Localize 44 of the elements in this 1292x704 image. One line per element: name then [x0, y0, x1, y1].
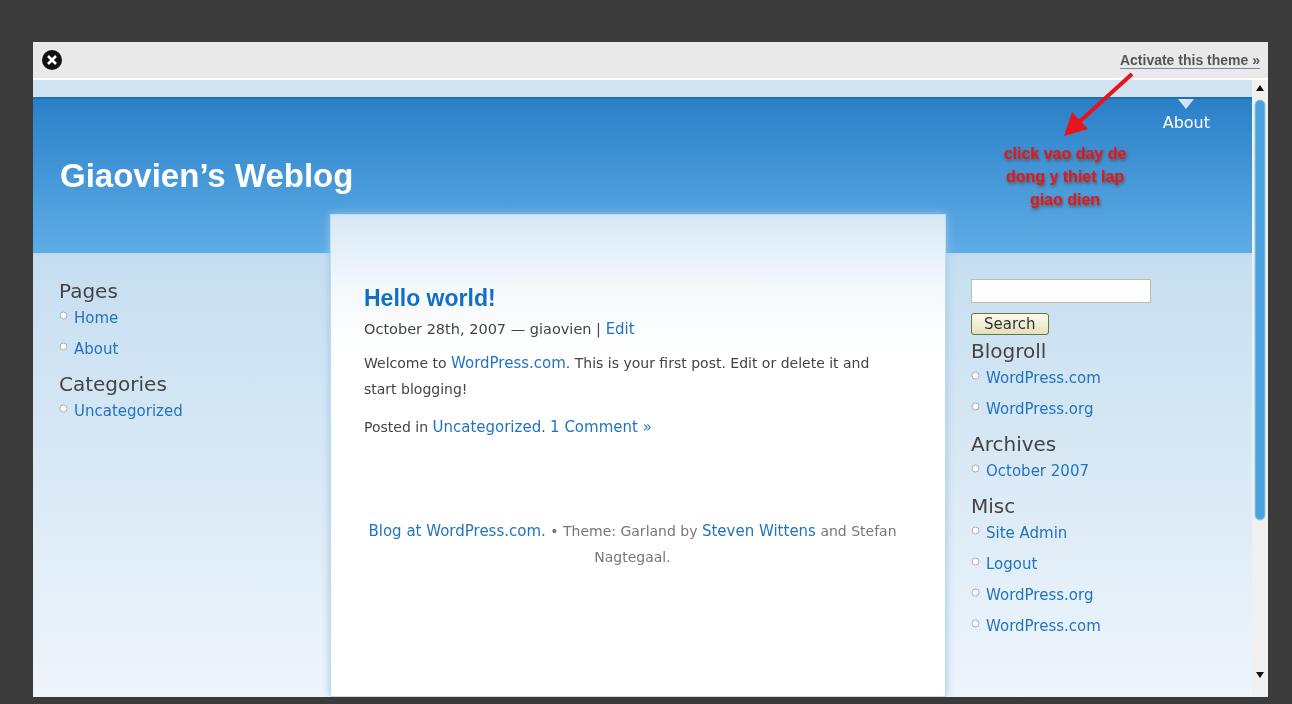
annotation-text: click vao day de dong y thiet lap giao dien	[1002, 144, 1128, 210]
sidebar-link[interactable]: Logout	[986, 555, 1038, 573]
bullet-icon	[971, 525, 980, 535]
site-title[interactable]: Giaovien’s Weblog	[60, 157, 354, 253]
bullet-icon	[971, 618, 980, 628]
sidebar-link[interactable]: About	[74, 340, 119, 358]
post-title[interactable]: Hello world!	[364, 285, 901, 312]
post-body: Welcome to WordPress.com. This is your first post. Edit or delete it and start blogging!	[364, 353, 871, 399]
text-link[interactable]: WordPress.com	[451, 354, 566, 372]
edit-link[interactable]: Edit	[605, 320, 635, 338]
section-heading: Blogroll	[971, 339, 1048, 363]
sidebar-link[interactable]: Site Admin	[986, 524, 1068, 542]
bullet-icon	[59, 403, 68, 413]
close-icon[interactable]	[41, 49, 63, 71]
bullet-icon	[59, 341, 68, 351]
sidebar-link[interactable]: Uncategorized	[74, 402, 183, 420]
text-link[interactable]: 1 Comment »	[550, 418, 652, 436]
post-categories: Posted in Uncategorized. 1 Comment »	[364, 417, 653, 438]
sidebar-link[interactable]: WordPress.org	[986, 400, 1094, 418]
text-link[interactable]: Blog at WordPress.com.	[368, 522, 546, 540]
bullet-icon	[971, 587, 980, 597]
section-heading: Misc	[971, 494, 1017, 518]
activate-link[interactable]: Activate this theme »	[1119, 51, 1260, 69]
bullet-icon	[971, 370, 980, 380]
bullet-icon	[971, 556, 980, 566]
post-meta: October 28th, 2007 — giaovien | Edit	[364, 320, 636, 338]
text-link[interactable]: Steven Wittens	[701, 522, 816, 540]
footer-credits: Blog at WordPress.com. • Theme: Garland by Steven Wittens and Stefan Nagtegaal.	[367, 521, 898, 567]
sidebar-link[interactable]: WordPress.org	[986, 586, 1094, 604]
sidebar-link[interactable]: October 2007	[986, 462, 1089, 480]
section-heading: Pages	[59, 279, 119, 303]
section-heading: Categories	[59, 372, 168, 396]
search-button[interactable]: Search	[971, 313, 1049, 335]
sidebar-link[interactable]: Home	[74, 309, 119, 327]
sidebar-link[interactable]: WordPress.com	[986, 369, 1101, 387]
bullet-icon	[971, 401, 980, 411]
nav-link[interactable]: About	[1160, 113, 1212, 132]
bullet-icon	[59, 310, 68, 320]
scrollbar[interactable]	[1252, 80, 1268, 697]
text-link[interactable]: Uncategorized	[432, 418, 542, 436]
sidebar-link[interactable]: WordPress.com	[986, 617, 1101, 635]
bullet-icon	[971, 463, 980, 473]
search-field[interactable]	[971, 279, 1151, 303]
section-heading: Archives	[971, 432, 1058, 456]
